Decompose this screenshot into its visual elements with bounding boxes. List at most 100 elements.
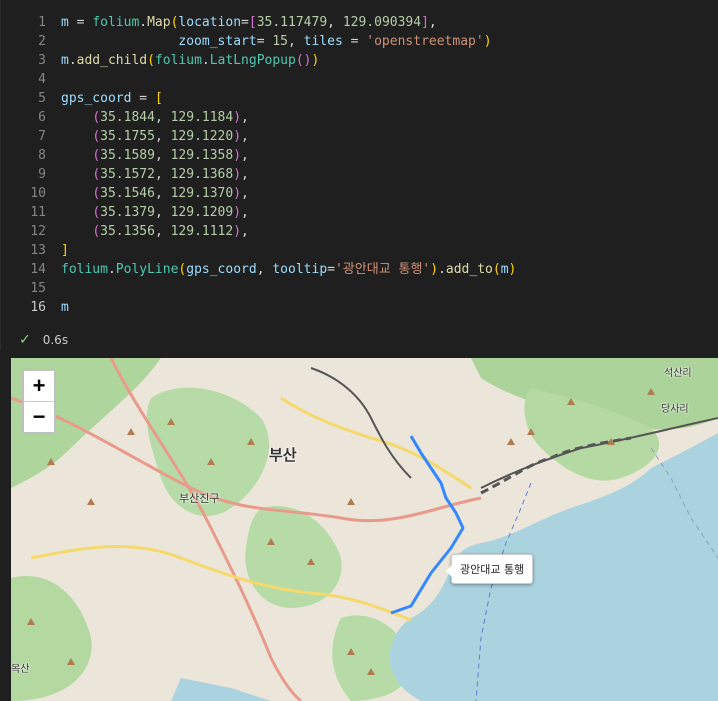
code-token: )	[233, 167, 242, 182]
code-token: ]	[61, 243, 69, 258]
map-label-seoksanri: 석산리	[664, 368, 692, 379]
code-token: add_to	[445, 262, 493, 277]
code-text: (35.1755, 129.1220),	[61, 127, 249, 146]
code-token: =	[256, 34, 273, 49]
code-token: =	[241, 15, 249, 30]
zoom-control: + −	[22, 369, 56, 434]
code-line: 1 m = folium.Map(location=[35.117479, 129…	[1, 13, 718, 32]
map-tiles[interactable]	[11, 358, 718, 701]
code-token: ,	[256, 262, 273, 277]
code-token: 35.117479	[256, 15, 328, 30]
code-token: ,	[154, 167, 171, 182]
code-token: 129.1209	[170, 205, 234, 220]
code-token: ,	[154, 186, 171, 201]
map-label-busanjin: 부산진구	[179, 492, 220, 505]
code-token: 35.1546	[100, 186, 155, 201]
map-label-moksan: 목산	[11, 664, 30, 675]
code-token: )	[233, 186, 242, 201]
zoom-out-button[interactable]: −	[24, 401, 54, 432]
code-token: )	[233, 129, 242, 144]
code-token: m	[61, 15, 69, 30]
code-text: (35.1356, 129.1112),	[61, 222, 249, 241]
zoom-in-button[interactable]: +	[24, 371, 54, 401]
code-line: 12 (35.1356, 129.1112),	[1, 222, 718, 241]
code-token: [	[248, 15, 257, 30]
code-token: )	[430, 262, 439, 277]
code-token: folium	[154, 53, 202, 68]
cell-separator	[0, 350, 718, 358]
code-line: 14 folium.PolyLine(gps_coord, tooltip='광안…	[1, 260, 718, 279]
code-token: .	[107, 262, 116, 277]
code-text: (35.1546, 129.1370),	[61, 184, 249, 203]
code-token: )	[233, 205, 242, 220]
line-number: 16	[30, 300, 46, 315]
code-token: (	[92, 110, 101, 125]
code-token: 129.1370	[170, 186, 234, 201]
line-number: 6	[38, 110, 46, 125]
map-output[interactable]: 부산 부산진구 석산리 당사리 목산 + − 광안대교 통행	[11, 358, 718, 701]
code-text: (35.1589, 129.1358),	[61, 146, 249, 165]
code-token: )	[233, 110, 242, 125]
code-token: folium	[92, 15, 140, 30]
map-label-dangsari: 당사리	[661, 404, 689, 415]
code-token: ,	[327, 15, 343, 30]
code-editor[interactable]: 1 m = folium.Map(location=[35.117479, 129…	[1, 13, 718, 317]
code-token: tiles	[303, 34, 343, 49]
code-token: 35.1572	[100, 167, 155, 182]
code-token: 129.1358	[170, 148, 234, 163]
code-token: ,	[154, 129, 171, 144]
execution-duration: 0.6s	[42, 333, 69, 347]
code-token: PolyLine	[115, 262, 179, 277]
code-token: =	[68, 15, 93, 30]
code-token: (	[92, 167, 101, 182]
line-number: 5	[38, 91, 46, 106]
code-line: 7 (35.1755, 129.1220),	[1, 127, 718, 146]
code-token: folium	[61, 262, 108, 277]
code-token: 129.1368	[170, 167, 234, 182]
code-token: 'openstreetmap'	[366, 34, 484, 49]
line-number: 10	[30, 186, 46, 201]
code-token: [	[154, 91, 163, 106]
code-token: ,	[288, 34, 304, 49]
code-token: ,	[241, 110, 249, 125]
line-number: 4	[38, 72, 46, 87]
code-token: 129.1112	[170, 224, 234, 239]
code-token: 35.1755	[100, 129, 155, 144]
code-token: gps_coord	[61, 91, 132, 106]
code-text: (35.1572, 129.1368),	[61, 165, 249, 184]
code-token: 35.1589	[100, 148, 155, 163]
code-line: 11 (35.1379, 129.1209),	[1, 203, 718, 222]
code-text: zoom_start= 15, tiles = 'openstreetmap')	[61, 32, 491, 51]
code-token: (	[92, 186, 101, 201]
code-token: )	[311, 53, 320, 68]
code-token: ,	[241, 224, 249, 239]
line-number: 1	[38, 15, 46, 30]
code-text: m = folium.Map(location=[35.117479, 129.…	[61, 13, 437, 32]
line-number: 7	[38, 129, 46, 144]
code-line: 2 zoom_start= 15, tiles = 'openstreetmap…	[1, 32, 718, 51]
code-line: 6 (35.1844, 129.1184),	[1, 108, 718, 127]
code-text: ]	[61, 241, 69, 260]
code-token: =	[327, 262, 335, 277]
code-token: m	[61, 300, 69, 315]
line-number: 2	[38, 34, 46, 49]
code-line: 15	[1, 279, 718, 298]
code-token: ,	[241, 205, 249, 220]
code-token: )	[508, 262, 517, 277]
code-token: zoom_start	[178, 34, 257, 49]
code-token: ,	[154, 205, 171, 220]
code-text: m	[61, 298, 69, 317]
code-cell[interactable]: 1 m = folium.Map(location=[35.117479, 129…	[0, 0, 718, 350]
code-line: 9 (35.1572, 129.1368),	[1, 165, 718, 184]
code-token: '광안대교 통행'	[334, 262, 431, 277]
code-token: m	[500, 262, 509, 277]
code-token: LatLngPopup	[209, 53, 296, 68]
code-token: (	[92, 224, 101, 239]
code-line: 8 (35.1589, 129.1358),	[1, 146, 718, 165]
